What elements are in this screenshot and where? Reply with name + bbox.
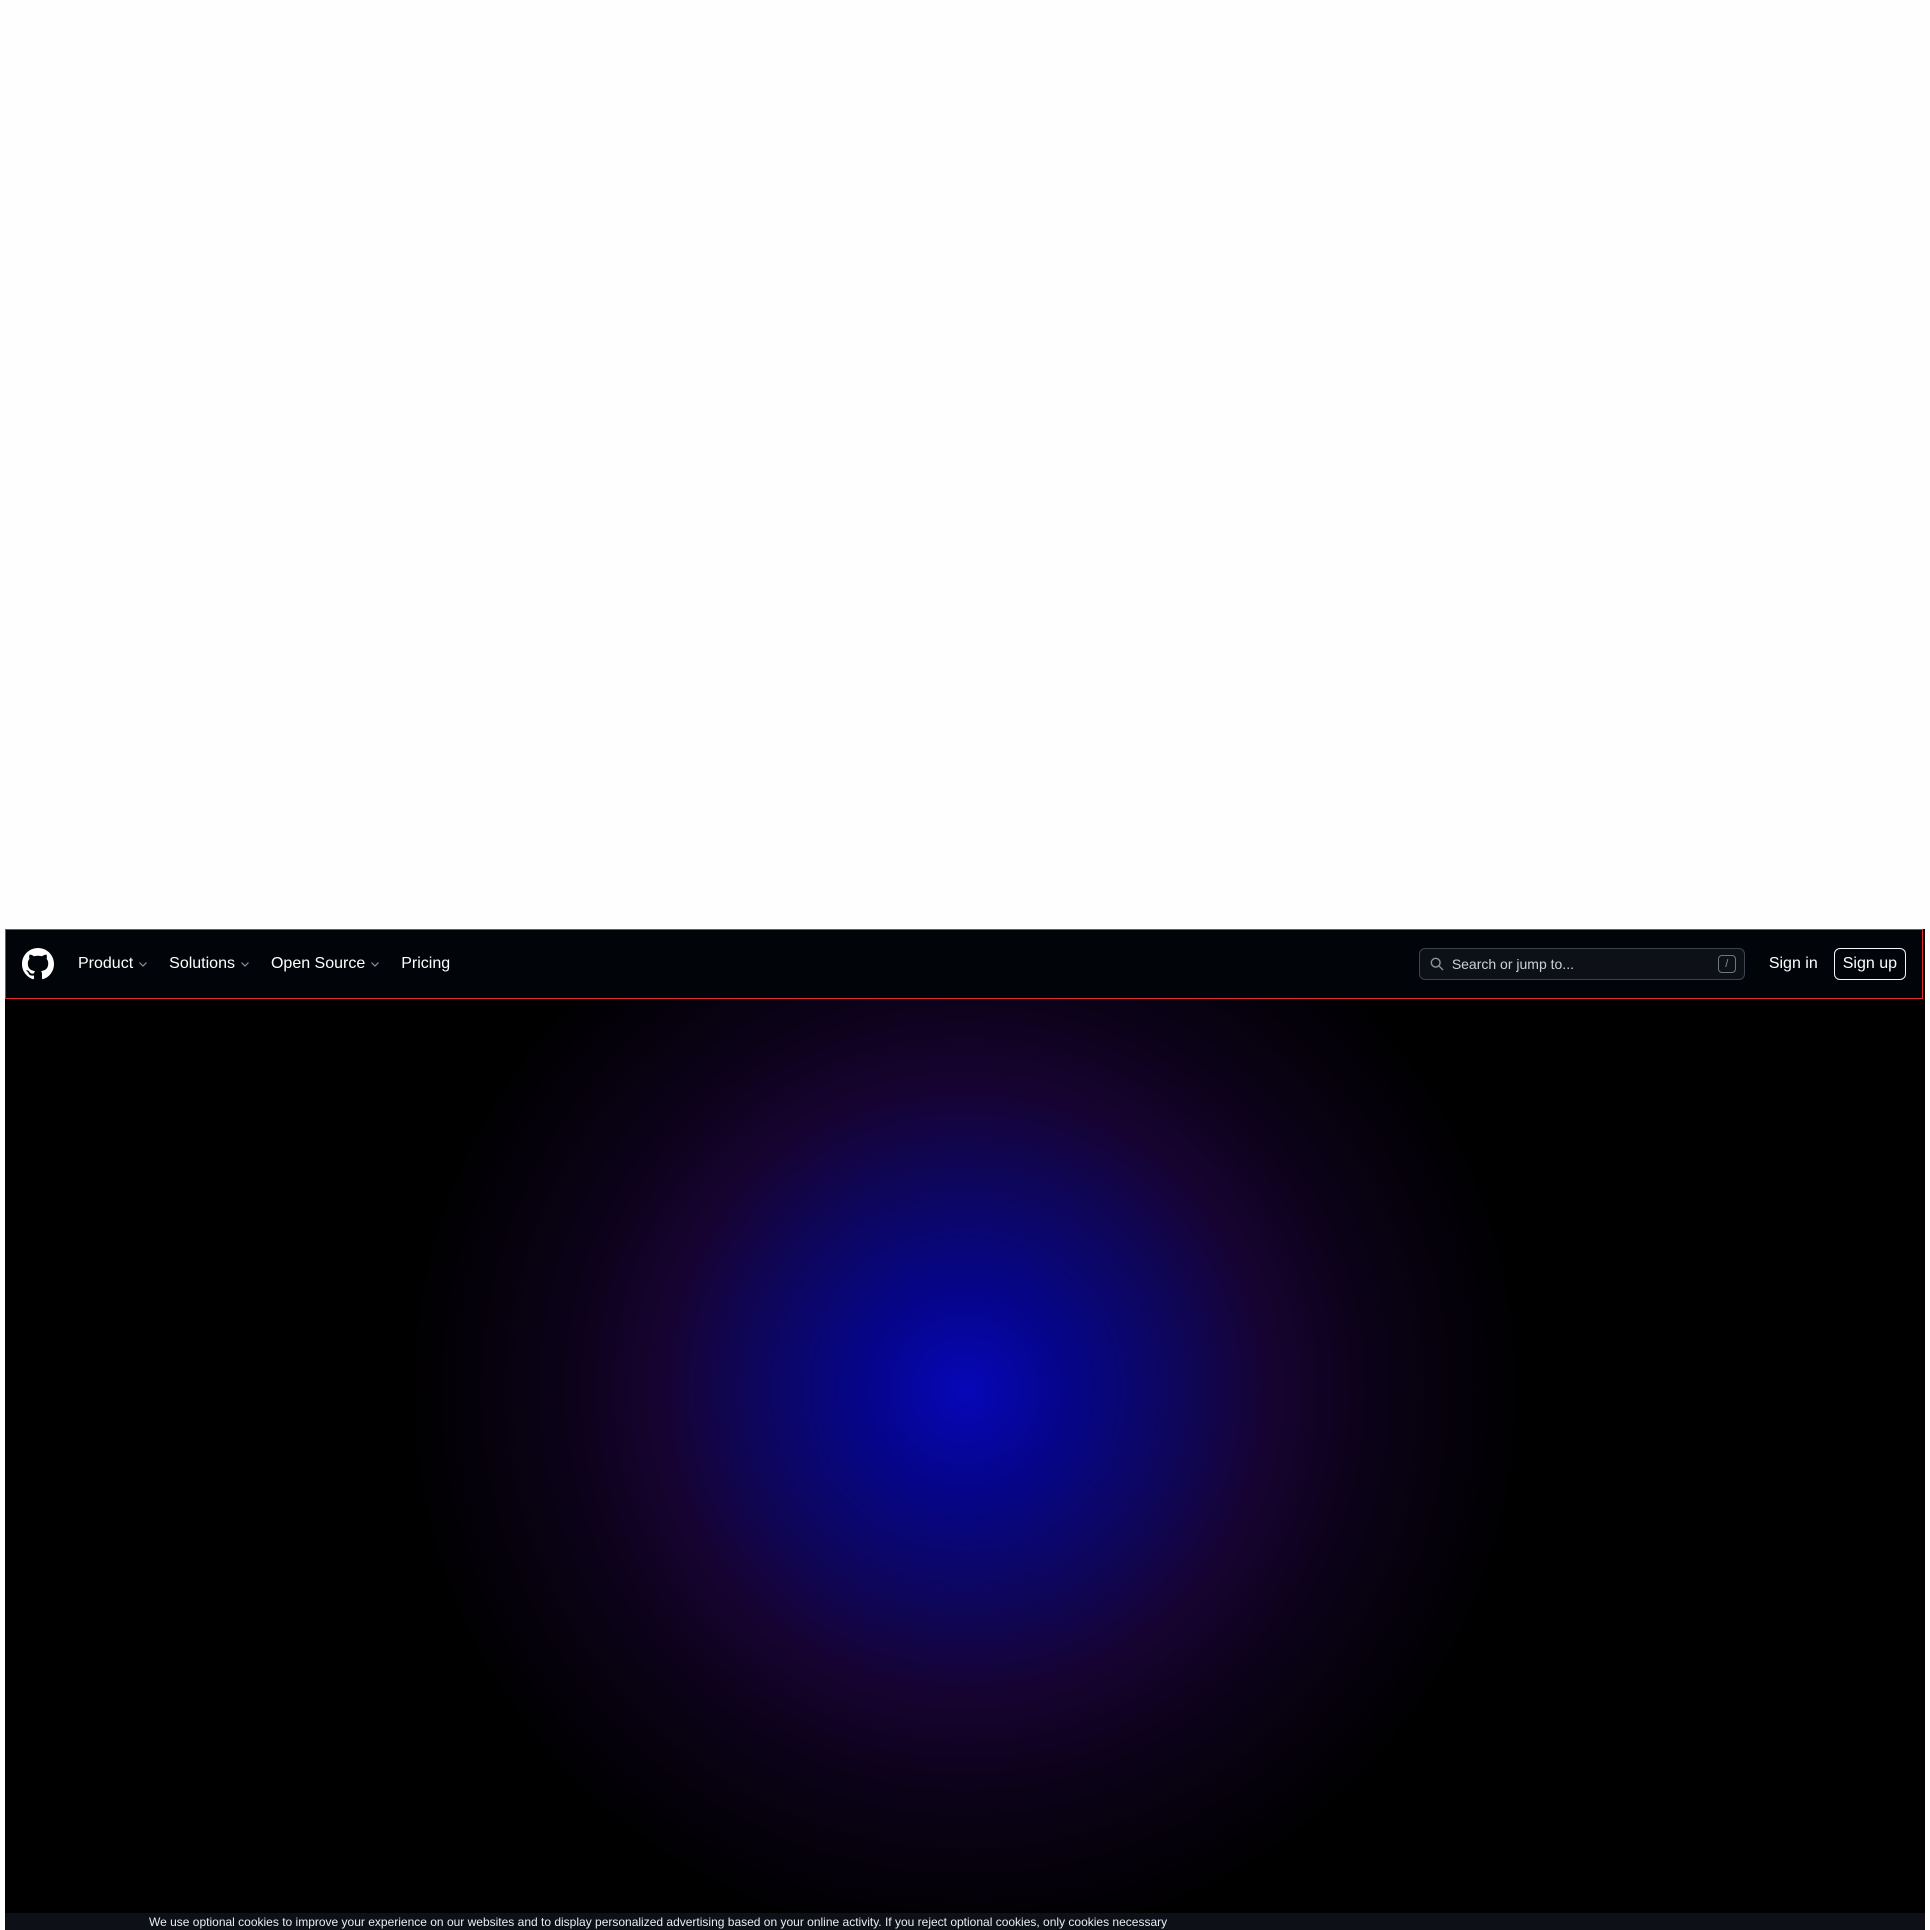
cookie-banner-text: We use optional cookies to improve your … bbox=[149, 1915, 1168, 1929]
main-nav: Product Solutions Open Source Pricing bbox=[78, 955, 471, 973]
chevron-down-icon bbox=[240, 959, 250, 969]
nav-item-label: Open Source bbox=[270, 955, 366, 972]
site-header: Product Solutions Open Source Pricing Se… bbox=[5, 929, 1923, 999]
github-logo-icon[interactable] bbox=[22, 948, 54, 980]
nav-item-open-source[interactable]: Open Source bbox=[271, 955, 380, 973]
nav-item-product[interactable]: Product bbox=[78, 955, 148, 973]
hero-background bbox=[5, 999, 1925, 1930]
nav-item-label: Pricing bbox=[401, 955, 451, 972]
search-shortcut-key: / bbox=[1717, 955, 1736, 973]
nav-item-solutions[interactable]: Solutions bbox=[169, 955, 250, 973]
chevron-down-icon bbox=[370, 959, 380, 969]
nav-item-label: Solutions bbox=[169, 955, 235, 972]
search-icon bbox=[1430, 957, 1444, 971]
nav-item-label: Product bbox=[78, 955, 134, 972]
search-placeholder: Search or jump to... bbox=[1451, 956, 1574, 972]
search-input[interactable]: Search or jump to... / bbox=[1418, 948, 1745, 980]
sign-in-link[interactable]: Sign in bbox=[1769, 955, 1818, 973]
sign-up-button[interactable]: Sign up bbox=[1833, 948, 1906, 980]
chevron-down-icon bbox=[138, 959, 148, 969]
page: Product Solutions Open Source Pricing Se… bbox=[0, 0, 1930, 1930]
cookie-banner: We use optional cookies to improve your … bbox=[5, 1913, 1925, 1930]
browser-viewport: Product Solutions Open Source Pricing Se… bbox=[5, 929, 1925, 1930]
nav-item-pricing[interactable]: Pricing bbox=[401, 955, 450, 973]
